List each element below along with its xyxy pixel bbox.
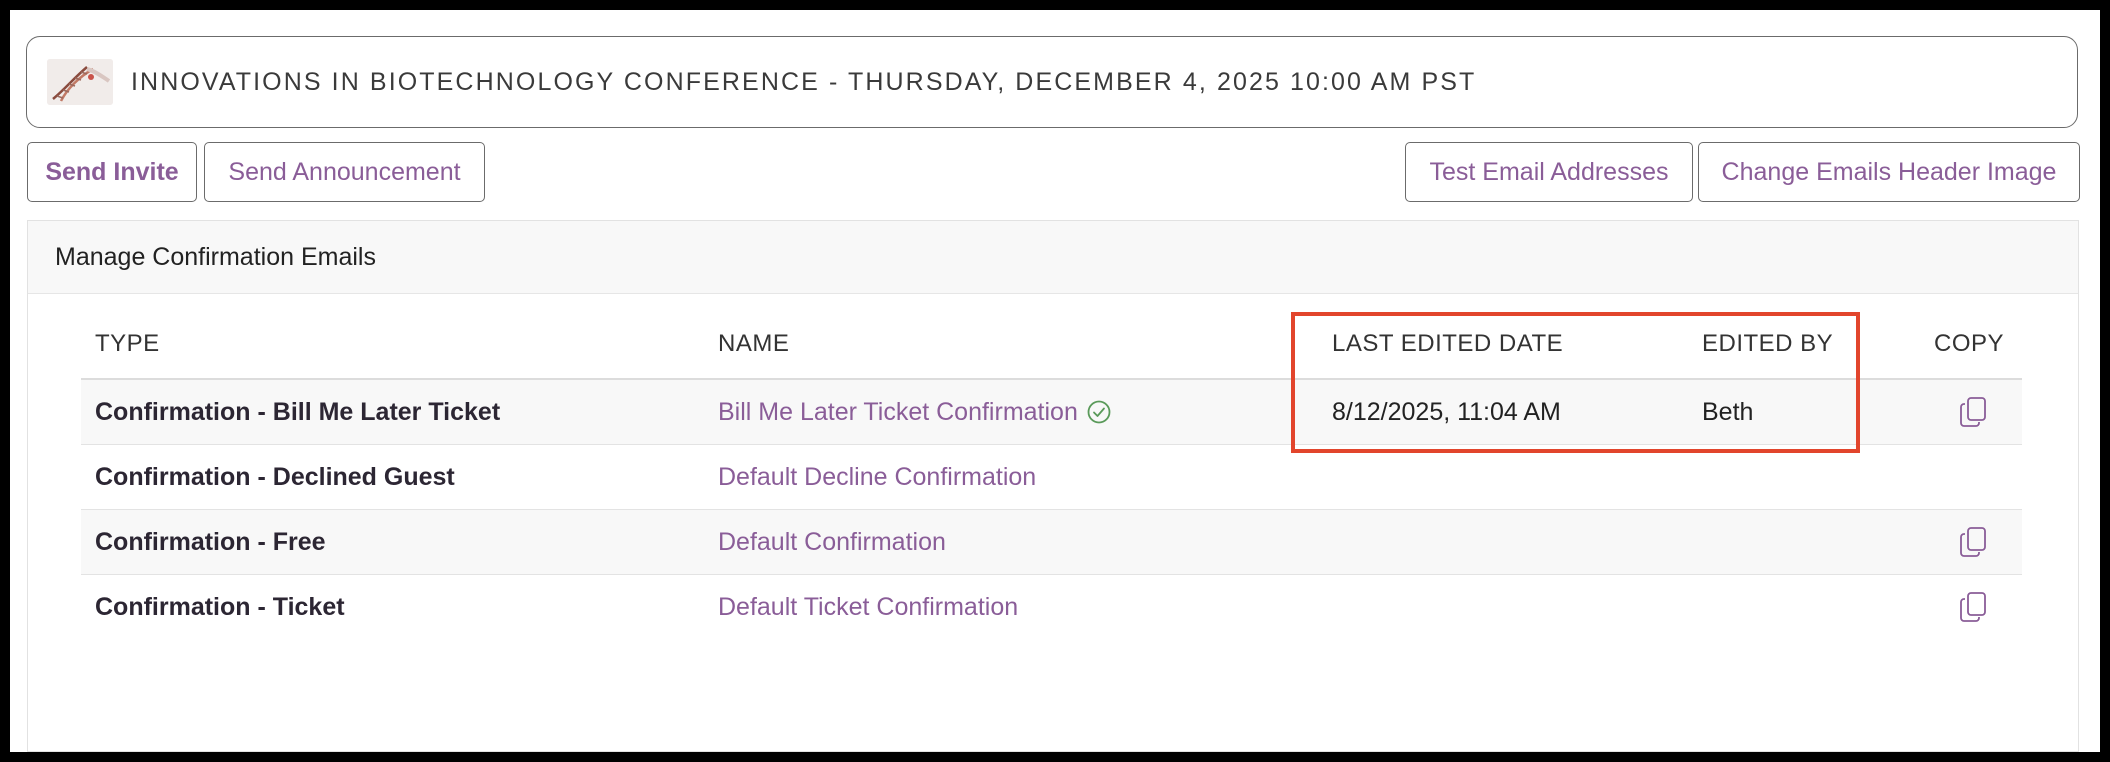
copy-icon[interactable] [1957, 525, 1991, 559]
header-edited-by: EDITED BY [1702, 330, 1834, 357]
row-copy [1957, 510, 1991, 574]
row-type: Confirmation - Ticket [95, 592, 345, 621]
change-emails-header-image-button[interactable]: Change Emails Header Image [1698, 142, 2080, 202]
send-invite-button[interactable]: Send Invite [27, 142, 197, 202]
table-row: Confirmation - Free Default Confirmation [81, 510, 2022, 575]
dna-icon [47, 59, 113, 105]
row-last-edited-date: 8/12/2025, 11:04 AM [1332, 397, 1561, 426]
header-copy: COPY [1934, 330, 2005, 357]
row-copy [1957, 380, 1991, 444]
email-name-link[interactable]: Default Ticket Confirmation [718, 593, 1018, 622]
header-last-edited-date: LAST EDITED DATE [1332, 330, 1564, 357]
row-type: Confirmation - Declined Guest [95, 462, 455, 491]
row-name: Default Ticket Confirmation [718, 575, 1018, 639]
event-thumbnail [47, 59, 113, 105]
copy-icon[interactable] [1957, 590, 1991, 624]
test-email-addresses-button[interactable]: Test Email Addresses [1405, 142, 1693, 202]
row-name: Default Confirmation [718, 510, 946, 574]
table-row: Confirmation - Declined Guest Default De… [81, 445, 2022, 510]
table-header-row: TYPE NAME LAST EDITED DATE EDITED BY COP… [81, 306, 2022, 380]
copy-icon[interactable] [1957, 395, 1991, 429]
row-copy [1957, 575, 1991, 639]
row-name: Default Decline Confirmation [718, 445, 1036, 509]
email-name-link[interactable]: Default Decline Confirmation [718, 463, 1036, 492]
confirmation-emails-table: TYPE NAME LAST EDITED DATE EDITED BY COP… [81, 306, 2022, 639]
table-row: Confirmation - Ticket Default Ticket Con… [81, 575, 2022, 639]
panel-title: Manage Confirmation Emails [28, 221, 2078, 294]
verified-check-icon [1087, 400, 1111, 424]
header-type: TYPE [95, 330, 160, 357]
event-header: INNOVATIONS IN BIOTECHNOLOGY CONFERENCE … [26, 36, 2078, 128]
email-name-link[interactable]: Bill Me Later Ticket Confirmation [718, 398, 1078, 427]
email-name-link[interactable]: Default Confirmation [718, 528, 946, 557]
row-edited-by: Beth [1702, 397, 1754, 426]
row-name: Bill Me Later Ticket Confirmation [718, 380, 1112, 444]
send-announcement-button[interactable]: Send Announcement [204, 142, 485, 202]
confirmation-emails-panel: Manage Confirmation Emails TYPE NAME LAS… [27, 220, 2079, 752]
header-name: NAME [718, 330, 790, 357]
table-row: Confirmation - Bill Me Later Ticket Bill… [81, 380, 2022, 445]
event-title: INNOVATIONS IN BIOTECHNOLOGY CONFERENCE … [131, 67, 1477, 96]
row-type: Confirmation - Bill Me Later Ticket [95, 397, 501, 426]
row-type: Confirmation - Free [95, 527, 326, 556]
page: INNOVATIONS IN BIOTECHNOLOGY CONFERENCE … [10, 10, 2100, 752]
